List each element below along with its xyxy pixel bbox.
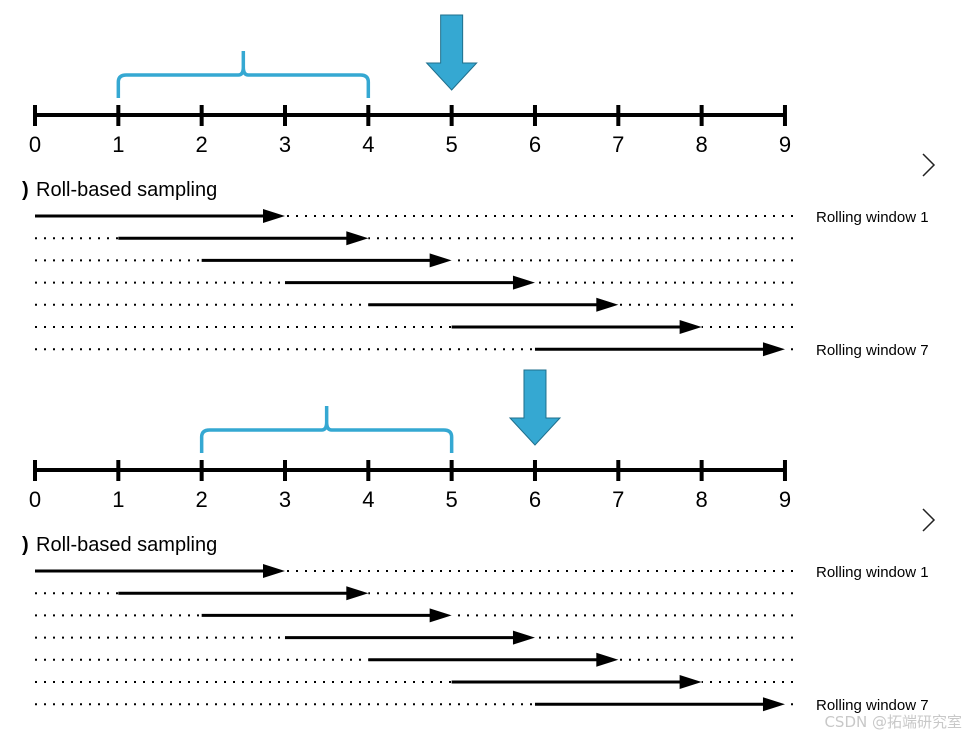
watermark: CSDN @拓端研究室 xyxy=(824,713,962,731)
rolling-window-diagram: 0 1 2 3 4 5 6 7 8 9) Roll-based sampling Rolling wi… xyxy=(22,14,936,714)
title-prefix: ) xyxy=(22,179,29,201)
tick-label: 6 xyxy=(529,487,541,512)
window-arrow-head-icon xyxy=(262,564,285,578)
tick-label: 1 xyxy=(112,132,124,157)
window-arrow-head-icon xyxy=(762,697,785,712)
tick-label: 0 xyxy=(29,132,41,157)
window-arrow-head-icon xyxy=(762,342,785,357)
tick-label: 1 xyxy=(112,487,124,512)
window-brace xyxy=(116,51,371,98)
target-arrow-icon xyxy=(425,14,478,91)
tick-label: 2 xyxy=(196,487,208,512)
rolling-window-label-first: Rolling window 1 xyxy=(816,209,929,226)
tick-label: 9 xyxy=(779,132,791,157)
window-brace xyxy=(199,406,454,453)
tick-label: 6 xyxy=(529,132,541,157)
tick-label: 3 xyxy=(279,487,291,512)
window-arrow-head-icon xyxy=(346,586,369,601)
tick-label: 5 xyxy=(446,487,458,512)
window-arrow-head-icon xyxy=(429,253,452,268)
window-arrow-head-icon xyxy=(512,275,535,290)
title-prefix: ) xyxy=(22,534,29,556)
rolling-window-label-last: Rolling window 7 xyxy=(816,342,929,359)
section-title: Roll-based sampling xyxy=(36,534,217,556)
window-arrow-head-icon xyxy=(679,320,702,334)
tick-label: 7 xyxy=(612,487,624,512)
window-arrow-head-icon xyxy=(262,209,285,223)
window-arrow-head-icon xyxy=(346,231,369,246)
window-arrow-head-icon xyxy=(596,652,619,667)
section-title: Roll-based sampling xyxy=(36,179,217,201)
rolling-window-label-first: Rolling window 1 xyxy=(816,564,929,581)
chevron-right-icon[interactable] xyxy=(922,153,936,177)
tick-label: 7 xyxy=(612,132,624,157)
tick-label: 8 xyxy=(696,132,708,157)
tick-label: 2 xyxy=(196,132,208,157)
window-arrow-head-icon xyxy=(679,675,702,689)
window-arrow-head-icon xyxy=(512,630,535,645)
tick-label: 3 xyxy=(279,132,291,157)
tick-label: 4 xyxy=(362,487,374,512)
tick-label: 4 xyxy=(362,132,374,157)
target-arrow-icon xyxy=(508,369,562,446)
chevron-right-icon[interactable] xyxy=(922,508,936,532)
window-arrow-head-icon xyxy=(429,608,452,623)
panel-1: 0 1 2 3 4 5 6 7 8 9) Roll-based sampling Rolling wi… xyxy=(22,14,936,359)
tick-label: 8 xyxy=(696,487,708,512)
tick-label: 0 xyxy=(29,487,41,512)
panel-2: 0 1 2 3 4 5 6 7 8 9) Roll-based sampling Rolling wi… xyxy=(22,369,936,714)
window-arrow-head-icon xyxy=(596,297,619,312)
tick-label: 9 xyxy=(779,487,791,512)
tick-label: 5 xyxy=(446,132,458,157)
